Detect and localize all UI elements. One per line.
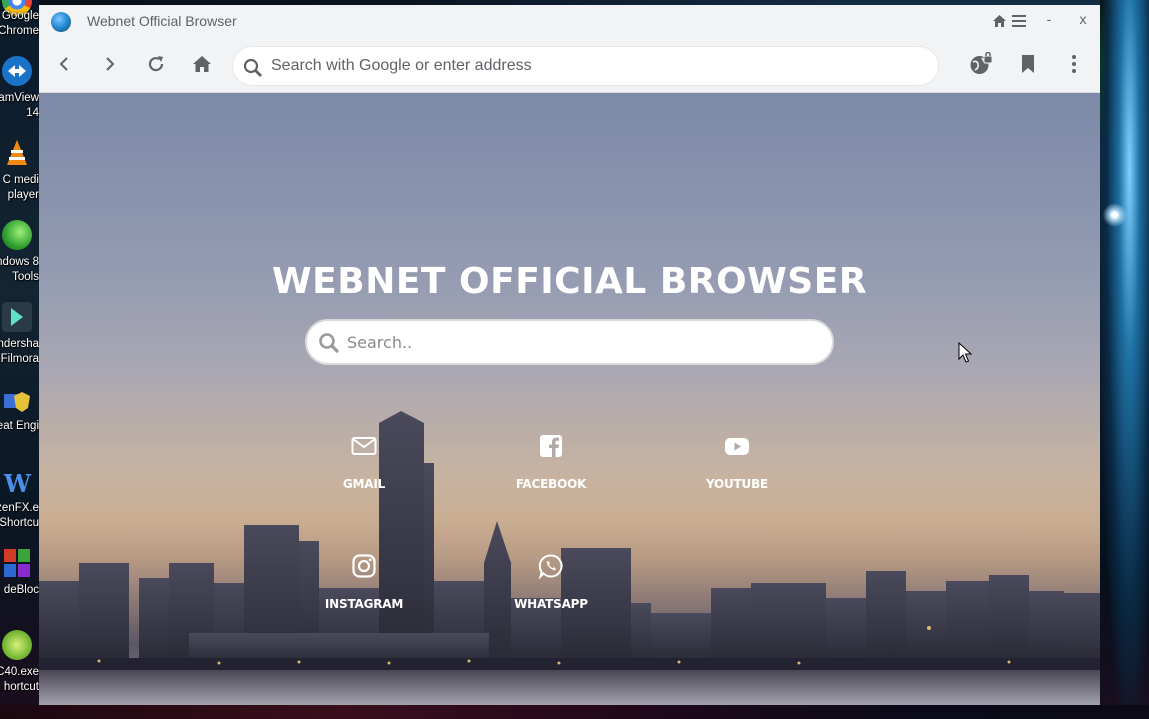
desktop-icon-frozenfx[interactable]: W zenFX.e Shortcu <box>0 468 39 534</box>
shortcut-label: YOUTUBE <box>705 477 769 491</box>
home-button[interactable] <box>189 51 215 77</box>
filmora-icon <box>2 302 32 332</box>
desktop-icon-cheat-engine[interactable]: eat Engi <box>0 386 39 436</box>
shortcut-label: FACEBOOK <box>515 477 587 491</box>
reload-icon <box>148 56 164 72</box>
desktop-icon-label: Google <box>1 10 39 22</box>
shortcut-label: INSTAGRAM <box>324 597 404 611</box>
home-icon[interactable] <box>992 14 1007 28</box>
desktop-icon-label: ndersha <box>0 338 39 350</box>
desktop-icon-vlc[interactable]: C medi player <box>0 138 39 204</box>
browser-window: Webnet Official Browser - x Search with … <box>39 5 1100 705</box>
desktop-icon-label: ndows 8 <box>0 256 39 268</box>
page-search-input[interactable] <box>347 321 817 363</box>
shortcut-label: WHATSAPP <box>514 597 588 611</box>
close-button[interactable]: x <box>1076 11 1090 31</box>
vlc-icon <box>2 138 32 168</box>
vpn-button[interactable] <box>968 51 994 77</box>
globe-icon <box>51 12 71 32</box>
chevron-right-icon <box>106 57 115 71</box>
browser-toolbar <box>39 38 1100 93</box>
search-icon <box>319 333 340 354</box>
page-title: WEBNET OFFICIAL BROWSER <box>271 261 868 302</box>
more-menu-button[interactable] <box>1061 51 1087 77</box>
search-icon <box>243 58 262 77</box>
desktop-icon-windows-tools[interactable]: ndows 8 Tools <box>0 220 39 286</box>
address-input[interactable] <box>271 47 926 85</box>
desktop-icon-chrome[interactable]: Google Chrome <box>0 0 39 42</box>
facebook-icon <box>540 435 562 457</box>
shortcut-instagram[interactable]: INSTAGRAM <box>304 553 424 633</box>
page-search-box[interactable] <box>305 319 834 365</box>
reload-button[interactable] <box>143 51 169 77</box>
address-bar[interactable] <box>232 46 939 86</box>
mouse-cursor-icon <box>958 342 972 363</box>
whatsapp-icon <box>538 554 563 579</box>
desktop-icon-label: eat Engi <box>0 420 39 432</box>
cheat-engine-icon <box>2 386 32 416</box>
frozenfx-icon: W <box>2 468 32 498</box>
hamburger-menu-icon[interactable] <box>1012 14 1026 28</box>
desktop-icon-teamviewer[interactable]: amView 14 <box>0 56 39 122</box>
desktop-icon-label: 14 <box>26 107 39 119</box>
kebab-menu-icon <box>1072 55 1076 73</box>
minimize-button[interactable]: - <box>1042 11 1056 31</box>
desktop-icon-label: hortcut <box>3 681 39 693</box>
back-button[interactable] <box>51 51 77 77</box>
shortcut-facebook[interactable]: FACEBOOK <box>491 433 611 513</box>
c40-icon <box>2 630 32 660</box>
windows-tools-icon <box>2 220 32 250</box>
desktop-icon-label: Filmora <box>0 353 39 365</box>
globe-lock-icon <box>970 52 993 74</box>
shortcut-youtube[interactable]: YOUTUBE <box>677 433 797 513</box>
window-title: Webnet Official Browser <box>87 13 237 29</box>
home-icon <box>193 56 211 72</box>
chevron-left-icon <box>59 57 68 71</box>
desktop-icon-label: Tools <box>12 271 39 283</box>
forward-button[interactable] <box>97 51 123 77</box>
desktop-icon-label: deBloc <box>3 584 39 596</box>
desktop-icon-label: C medi <box>2 174 39 186</box>
shortcut-whatsapp[interactable]: WHATSAPP <box>491 553 611 633</box>
desktop-wallpaper-right <box>1100 0 1149 719</box>
codeblocks-icon <box>2 548 32 578</box>
desktop-icon-label: player <box>7 189 39 201</box>
instagram-icon <box>352 554 376 578</box>
desktop-icon-codeblocks[interactable]: deBloc <box>0 548 39 598</box>
youtube-icon <box>725 438 749 455</box>
envelope-icon <box>351 437 377 455</box>
desktop-icon-filmora[interactable]: ndersha Filmora <box>0 302 39 368</box>
teamviewer-icon <box>2 56 32 86</box>
svg-text:W: W <box>3 469 32 498</box>
shortcut-gmail[interactable]: GMAIL <box>304 433 424 513</box>
desktop-icon-label: C40.exe <box>0 666 39 678</box>
bookmark-icon <box>1022 55 1034 73</box>
desktop-left-strip: Google Chrome amView 14 C medi player nd… <box>0 0 39 719</box>
desktop-icon-label: amView <box>0 92 39 104</box>
desktop-icon-c40[interactable]: C40.exe hortcut <box>0 630 39 696</box>
shortcut-label: GMAIL <box>342 477 386 491</box>
desktop-icon-label: Shortcu <box>0 517 39 529</box>
title-bar[interactable]: Webnet Official Browser - x <box>39 5 1100 38</box>
desktop-icon-label: zenFX.e <box>0 502 39 514</box>
bookmark-button[interactable] <box>1015 51 1041 77</box>
desktop-wallpaper-bottom <box>0 705 1149 719</box>
desktop-icon-label: Chrome <box>0 25 39 37</box>
page-content: WEBNET OFFICIAL BROWSER GMAIL FACEBOOK <box>39 93 1100 705</box>
